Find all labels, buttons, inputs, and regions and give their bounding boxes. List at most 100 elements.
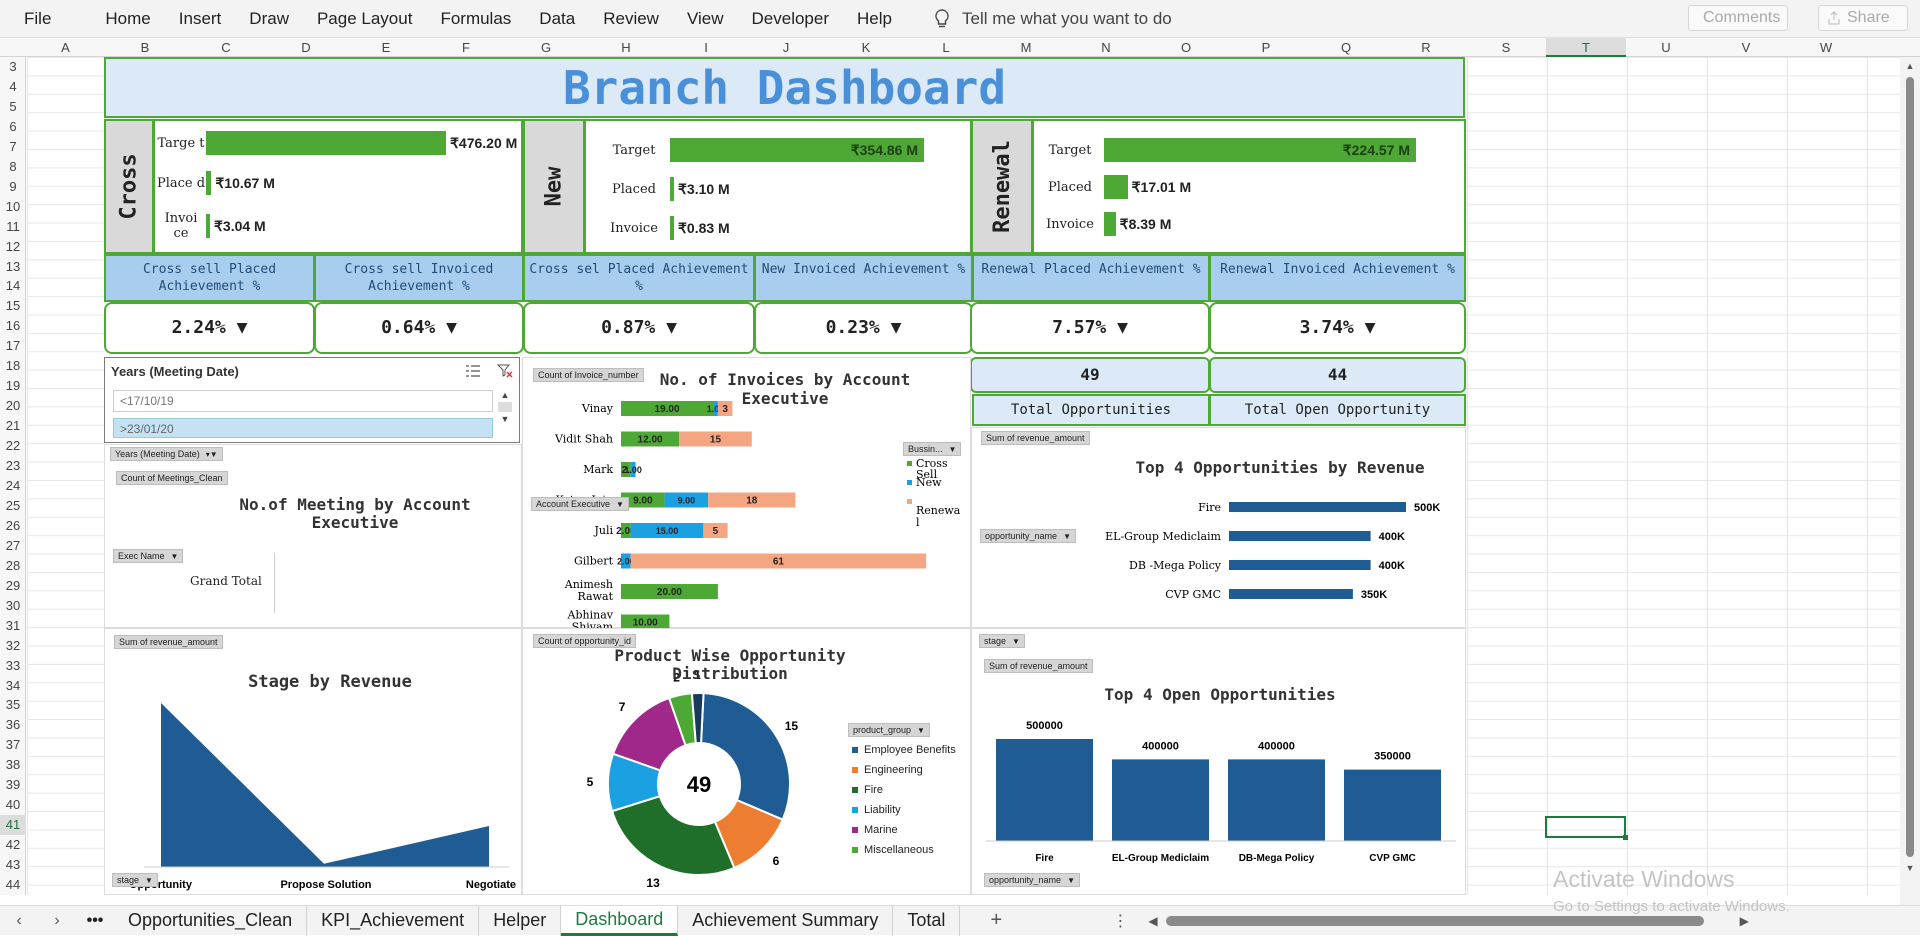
- row-header-29[interactable]: 29: [0, 576, 26, 596]
- column-header-u[interactable]: U: [1626, 40, 1706, 55]
- slicer-scrollbar[interactable]: ▲ ▼: [497, 390, 513, 438]
- tab-insert[interactable]: Insert: [165, 9, 236, 29]
- tab-view[interactable]: View: [673, 9, 738, 29]
- column-header-b[interactable]: B: [104, 40, 186, 55]
- row-header-32[interactable]: 32: [0, 636, 26, 656]
- sheet-tab-total[interactable]: Total: [893, 905, 961, 936]
- vertical-scrollbar[interactable]: ▲ ▼: [1900, 57, 1920, 905]
- column-header-t[interactable]: T: [1546, 38, 1626, 57]
- tab-page-layout[interactable]: Page Layout: [303, 9, 426, 29]
- open4-value-pill[interactable]: Sum of revenue_amount: [984, 659, 1093, 673]
- row-header-8[interactable]: 8: [0, 157, 26, 177]
- scroll-right-icon[interactable]: ▶: [1740, 914, 1749, 928]
- tab-help[interactable]: Help: [843, 9, 906, 29]
- column-header-w[interactable]: W: [1786, 40, 1866, 55]
- legend-dropdown-icon[interactable]: ▼: [949, 445, 957, 454]
- row-header-4[interactable]: 4: [0, 77, 26, 97]
- row-header-38[interactable]: 38: [0, 755, 26, 775]
- multi-select-icon[interactable]: [465, 364, 481, 378]
- column-header-e[interactable]: E: [346, 40, 426, 55]
- row-header-9[interactable]: 9: [0, 177, 26, 197]
- prev-sheet-icon[interactable]: ‹: [0, 912, 38, 930]
- tab-home[interactable]: Home: [91, 9, 164, 29]
- row-header-3[interactable]: 3: [0, 57, 26, 77]
- row-header-34[interactable]: 34: [0, 676, 26, 696]
- column-header-p[interactable]: P: [1226, 40, 1306, 55]
- sheet-tab-kpi-achievement[interactable]: KPI_Achievement: [307, 905, 480, 936]
- top4-axis-pill[interactable]: opportunity_name ▼: [980, 529, 1076, 543]
- column-header-n[interactable]: N: [1066, 40, 1146, 55]
- row-header-20[interactable]: 20: [0, 396, 26, 416]
- product-legend-pill[interactable]: product_group ▼: [848, 723, 930, 737]
- column-header-l[interactable]: L: [906, 40, 986, 55]
- row-header-30[interactable]: 30: [0, 596, 26, 616]
- row-header-43[interactable]: 43: [0, 855, 26, 875]
- row-header-37[interactable]: 37: [0, 735, 26, 755]
- column-header-i[interactable]: I: [666, 40, 746, 55]
- row-header-26[interactable]: 26: [0, 516, 26, 536]
- filter-dropdown-icon[interactable]: ▼: [1067, 876, 1075, 885]
- scroll-left-icon[interactable]: ◀: [1148, 914, 1157, 928]
- filter-dropdown-icon[interactable]: ▾▼: [206, 450, 218, 459]
- row-header-36[interactable]: 36: [0, 715, 26, 735]
- slicer-item-2[interactable]: >23/01/20: [113, 418, 493, 438]
- row-header-5[interactable]: 5: [0, 97, 26, 117]
- row-header-31[interactable]: 31: [0, 616, 26, 636]
- vertical-scroll-thumb[interactable]: [1906, 77, 1914, 857]
- tab-developer[interactable]: Developer: [738, 9, 844, 29]
- scroll-down-icon[interactable]: ▼: [1900, 863, 1920, 873]
- row-header-42[interactable]: 42: [0, 835, 26, 855]
- column-header-s[interactable]: S: [1466, 40, 1546, 55]
- next-sheet-icon[interactable]: ›: [38, 912, 76, 930]
- row-header-14[interactable]: 14: [0, 276, 26, 296]
- scroll-thumb[interactable]: [498, 402, 512, 412]
- add-sheet-icon[interactable]: +: [960, 909, 1032, 932]
- column-header-g[interactable]: G: [506, 40, 586, 55]
- column-header-a[interactable]: A: [27, 40, 104, 55]
- row-header-27[interactable]: 27: [0, 536, 26, 556]
- column-header-j[interactable]: J: [746, 40, 826, 55]
- tab-data[interactable]: Data: [525, 9, 589, 29]
- row-header-39[interactable]: 39: [0, 775, 26, 795]
- meetings-value-pill[interactable]: Count of Meetings_Clean: [116, 471, 228, 485]
- row-header-21[interactable]: 21: [0, 416, 26, 436]
- row-header-23[interactable]: 23: [0, 456, 26, 476]
- meetings-filter-pill[interactable]: Years (Meeting Date) ▾▼: [110, 447, 223, 461]
- comments-button[interactable]: Comments: [1688, 5, 1788, 31]
- axis-dropdown-icon[interactable]: ▼: [145, 876, 153, 885]
- column-header-r[interactable]: R: [1386, 40, 1466, 55]
- column-header-o[interactable]: O: [1146, 40, 1226, 55]
- row-header-19[interactable]: 19: [0, 376, 26, 396]
- row-header-7[interactable]: 7: [0, 137, 26, 157]
- legend-dropdown-icon[interactable]: ▼: [917, 726, 925, 735]
- row-header-28[interactable]: 28: [0, 556, 26, 576]
- top4-value-pill[interactable]: Sum of revenue_amount: [981, 431, 1090, 445]
- column-header-q[interactable]: Q: [1306, 40, 1386, 55]
- column-header-v[interactable]: V: [1706, 40, 1786, 55]
- years-slicer[interactable]: Years (Meeting Date) <17/10/19 >23/01/20…: [104, 357, 520, 443]
- open4-axis-pill[interactable]: opportunity_name ▼: [984, 873, 1080, 887]
- row-header-33[interactable]: 33: [0, 656, 26, 676]
- row-header-25[interactable]: 25: [0, 496, 26, 516]
- column-header-m[interactable]: M: [986, 40, 1066, 55]
- tab-formulas[interactable]: Formulas: [426, 9, 525, 29]
- scroll-up-icon[interactable]: ▲: [1900, 61, 1920, 71]
- sheet-tab-opportunities-clean[interactable]: Opportunities_Clean: [114, 905, 308, 936]
- stage-axis-pill[interactable]: stage ▼: [112, 873, 158, 887]
- row-header-24[interactable]: 24: [0, 476, 26, 496]
- row-header-16[interactable]: 16: [0, 316, 26, 336]
- row-header-22[interactable]: 22: [0, 436, 26, 456]
- tab-file[interactable]: File: [0, 9, 65, 29]
- scroll-up-icon[interactable]: ▲: [497, 390, 513, 400]
- scroll-down-icon[interactable]: ▼: [497, 414, 513, 424]
- row-header-41[interactable]: 41: [0, 815, 26, 836]
- row-header-17[interactable]: 17: [0, 336, 26, 356]
- fill-handle[interactable]: [1623, 835, 1628, 840]
- sheet-tab-dashboard[interactable]: Dashboard: [561, 905, 679, 936]
- tell-me-box[interactable]: Tell me what you want to do: [934, 9, 1172, 29]
- invoices-value-pill[interactable]: Count of Invoice_number: [533, 368, 644, 382]
- axis-dropdown-icon[interactable]: ▼: [616, 500, 624, 509]
- row-header-35[interactable]: 35: [0, 695, 26, 715]
- share-button[interactable]: Share: [1818, 5, 1908, 31]
- tab-review[interactable]: Review: [589, 9, 673, 29]
